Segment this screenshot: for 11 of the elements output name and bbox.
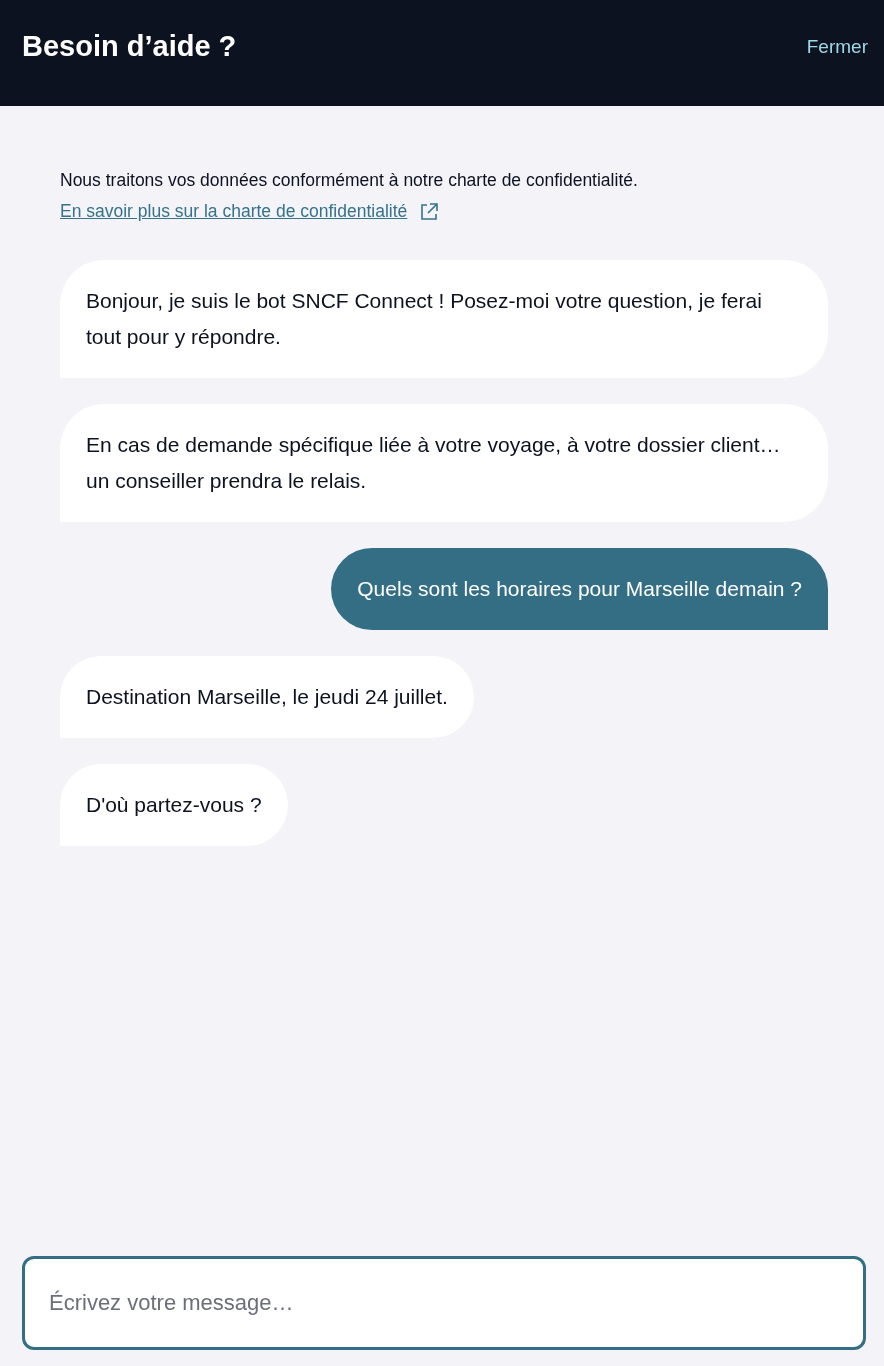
bot-message: Destination Marseille, le jeudi 24 juillet. bbox=[60, 656, 474, 738]
user-message: Quels sont les horaires pour Marseille demain ? bbox=[331, 548, 828, 630]
privacy-notice: Nous traitons vos données conformément à notre charte de confidentialité. bbox=[60, 170, 639, 191]
external-link-icon[interactable] bbox=[419, 201, 440, 222]
bot-message: D'où partez-vous ? bbox=[60, 764, 288, 846]
privacy-link[interactable]: En savoir plus sur la charte de confidentialité bbox=[60, 201, 408, 222]
header-title: Besoin d’aide ? bbox=[22, 30, 237, 63]
message-input[interactable]: Écrivez votre message… bbox=[22, 1256, 866, 1350]
bot-message: En cas de demande spécifique liée à votre voyage, à votre dossier client… un conseiller prendra le relais. bbox=[60, 404, 828, 522]
bot-message: Bonjour, je suis le bot SNCF Connect ! Posez-moi votre question, je ferai tout pour y répondre. bbox=[60, 260, 828, 378]
close-link[interactable]: Fermer bbox=[806, 36, 868, 58]
